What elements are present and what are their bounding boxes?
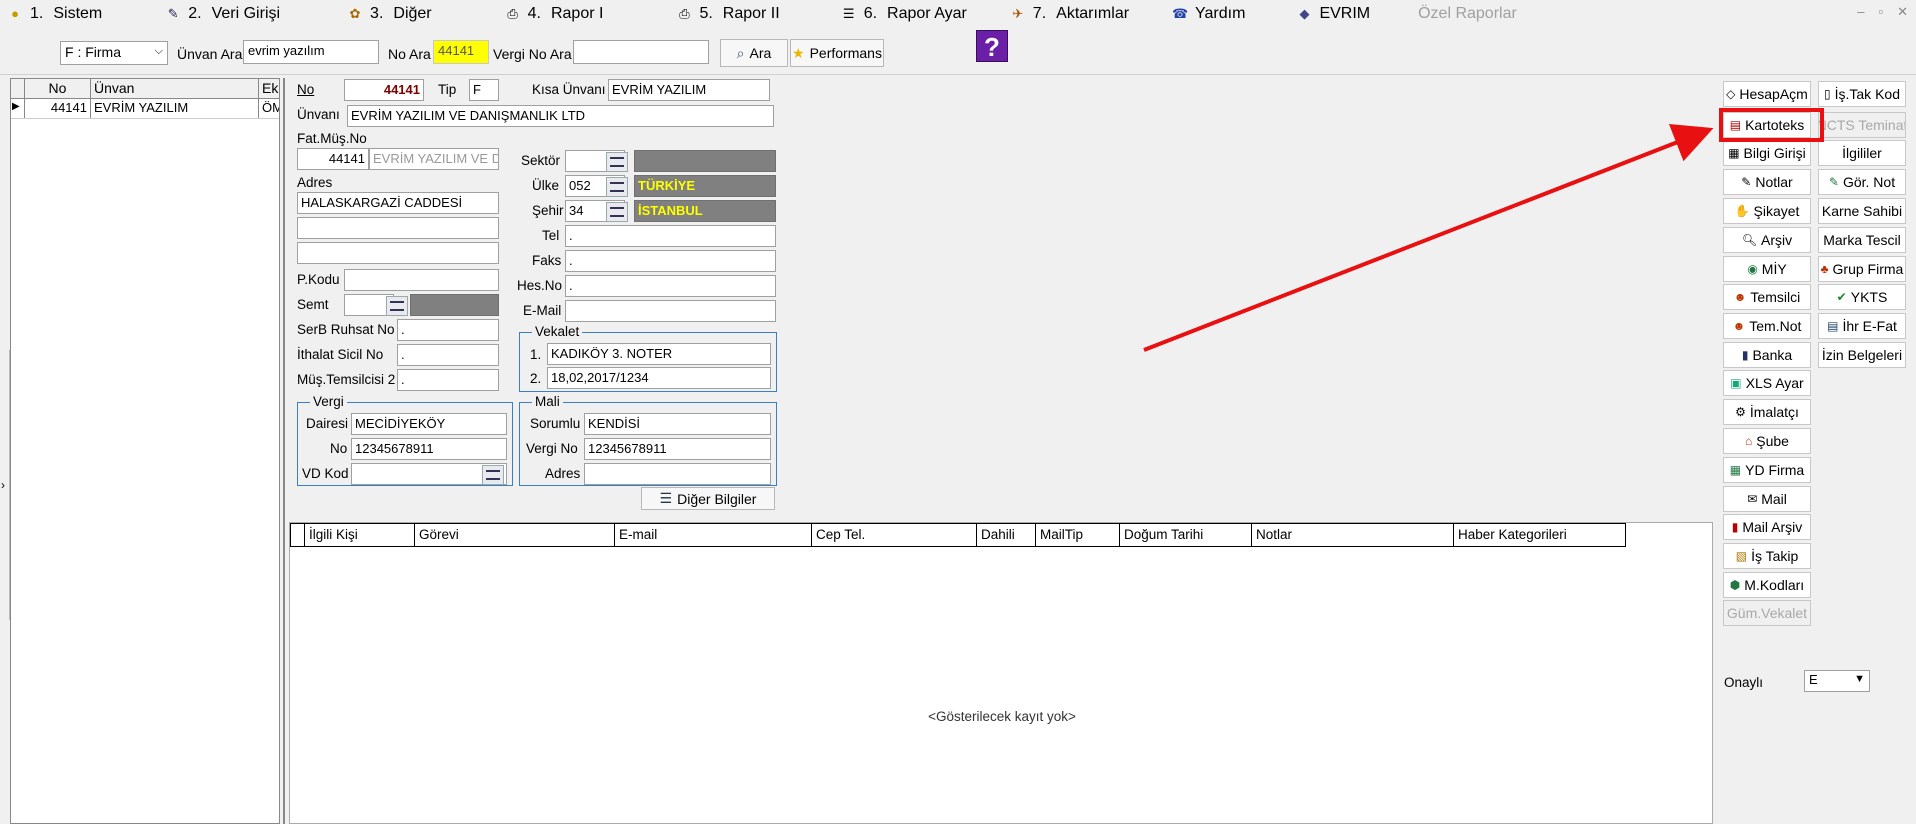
annotation-arrow [1143, 123, 1714, 352]
arrow-line [1143, 123, 1714, 352]
